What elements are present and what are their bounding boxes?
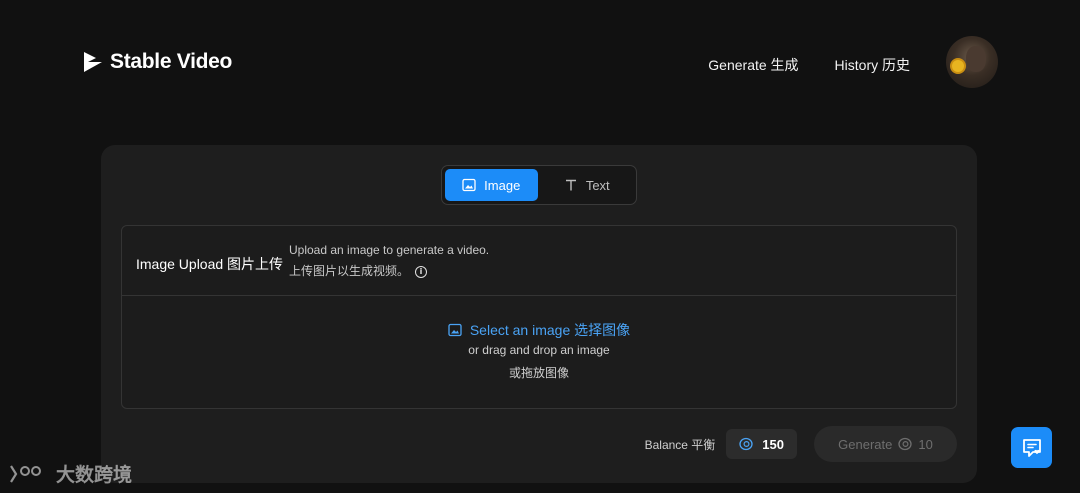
nav-history[interactable]: History 历史 <box>835 55 910 75</box>
feedback-chat-button[interactable] <box>1011 427 1052 468</box>
generation-panel: Image Text Image Upload 图片上传 Upload an i… <box>101 145 977 483</box>
balance-value: 150 <box>762 436 784 452</box>
generate-cost: 10 <box>918 436 933 452</box>
header: Stable Video Generate 生成 History 历史 <box>0 0 1080 125</box>
logo[interactable]: Stable Video <box>82 50 232 74</box>
panel-footer: Balance 平衡 150 Generate 10 <box>645 426 957 462</box>
chat-heart-icon <box>1022 438 1041 457</box>
mode-tabs: Image Text <box>441 165 637 205</box>
image-dropzone[interactable]: Select an image 选择图像 or drag and drop an… <box>122 296 956 409</box>
upload-description-cn: 上传图片以生成视频。 <box>289 264 410 278</box>
generate-button[interactable]: Generate 10 <box>814 426 957 462</box>
user-avatar[interactable] <box>946 36 998 88</box>
info-icon[interactable]: i <box>415 265 428 278</box>
stable-video-logo-icon <box>84 52 102 72</box>
drag-drop-hint-cn: 或拖放图像 <box>508 366 569 380</box>
image-upload-card: Image Upload 图片上传 Upload an image to gen… <box>121 225 957 409</box>
avatar-flower <box>952 60 964 72</box>
balance-label: Balance 平衡 <box>644 437 716 452</box>
brand-name: Stable Video <box>110 50 233 73</box>
main-nav: Generate 生成 History 历史 <box>708 55 910 75</box>
nav-generate[interactable]: Generate 生成 <box>708 55 798 75</box>
drag-drop-hint: or drag and drop an image <box>468 343 610 357</box>
watermark: 大数跨境 <box>8 460 132 487</box>
text-icon <box>565 179 576 191</box>
image-icon <box>462 178 476 192</box>
watermark-logo-icon <box>10 464 41 483</box>
select-image-label: Select an image 选择图像 <box>469 322 631 338</box>
balance-display: 150 <box>726 429 797 459</box>
credit-coin-icon <box>739 437 753 451</box>
image-icon <box>448 323 462 337</box>
select-image-link[interactable]: Select an image 选择图像 <box>122 320 956 340</box>
upload-description-en: Upload an image to generate a video. <box>289 243 490 257</box>
tab-text-label: Text <box>585 177 610 193</box>
avatar-face <box>966 46 986 72</box>
tab-image-label: Image <box>484 177 521 193</box>
tab-text[interactable]: Text <box>541 169 634 201</box>
upload-header: Image Upload 图片上传 Upload an image to gen… <box>122 226 956 296</box>
credit-coin-icon <box>898 437 913 451</box>
watermark-text: 大数跨境 <box>56 465 133 486</box>
tab-image[interactable]: Image <box>445 169 538 201</box>
upload-description-cn-row: 上传图片以生成视频。 i <box>289 261 489 282</box>
upload-title: Image Upload 图片上传 <box>136 256 284 272</box>
upload-description: Upload an image to generate a video. 上传图… <box>289 240 489 282</box>
generate-label: Generate <box>838 436 893 452</box>
